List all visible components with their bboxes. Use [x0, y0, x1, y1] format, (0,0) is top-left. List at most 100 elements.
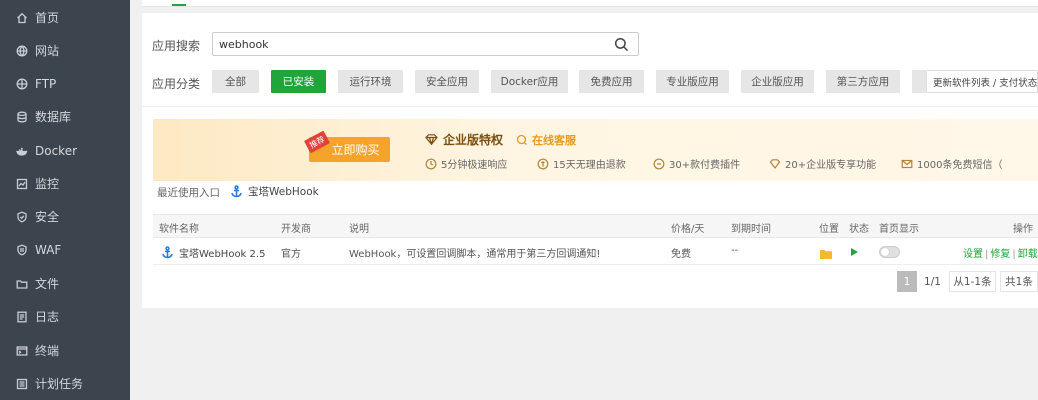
customer-service-link[interactable]: 在线客服 [516, 132, 576, 148]
category-installed-button[interactable]: 已安装 [271, 70, 326, 93]
search-label: 应用搜索 [152, 39, 201, 53]
uninstall-link[interactable]: 卸载 [1018, 249, 1038, 260]
sidebar: 首页 网站 FTP 数据库 Docker 监控 安全 WAF 文件 日志 终端 [0, 0, 130, 400]
sidebar-item-label: WAF [35, 242, 62, 257]
repair-link[interactable]: 修复 [990, 249, 1010, 260]
enterprise-banner [153, 119, 1038, 181]
category-security-button[interactable]: 安全应用 [415, 70, 479, 93]
row-description: WebHook，可设置回调脚本，通常用于第三方回调通知! [349, 249, 601, 260]
folder-icon[interactable] [820, 248, 832, 262]
sidebar-item-label: 文件 [35, 277, 60, 291]
sidebar-item-terminal[interactable]: 终端 [0, 334, 130, 367]
enterprise-title-text: 企业版特权 [443, 133, 504, 147]
sidebar-item-waf[interactable]: WAF [0, 233, 130, 266]
feature-refund: 15天无理由退款 [537, 156, 626, 171]
sidebar-item-files[interactable]: 文件 [0, 267, 130, 300]
category-all-button[interactable]: 全部 [212, 70, 259, 93]
recent-app-name: 宝塔WebHook [248, 186, 319, 198]
sidebar-item-label: 数据库 [35, 110, 72, 124]
task-icon [16, 378, 28, 390]
log-icon [16, 311, 28, 323]
sidebar-item-label: Docker [35, 143, 78, 158]
refund-icon [537, 158, 549, 170]
sidebar-item-ftp[interactable]: FTP [0, 67, 130, 100]
col-price[interactable]: 价格/天 [671, 220, 704, 235]
feature-text: 1000条免费短信（ [917, 160, 1003, 171]
sidebar-item-home[interactable]: 首页 [0, 1, 130, 34]
sidebar-item-label: 终端 [35, 344, 60, 358]
feature-text: 15天无理由退款 [553, 160, 626, 171]
terminal-icon [16, 345, 28, 357]
ops-separator: | [985, 249, 989, 260]
anchor-icon [230, 185, 243, 198]
anchor-icon [161, 246, 174, 259]
section-divider [142, 106, 1038, 107]
page-current[interactable]: 1 [897, 271, 917, 292]
page-total: 共1条 [1000, 271, 1038, 292]
sidebar-item-label: 网站 [35, 44, 60, 58]
col-ops: 操作 [1013, 224, 1033, 235]
chat-icon [516, 134, 528, 146]
sidebar-item-monitor[interactable]: 监控 [0, 167, 130, 200]
customer-service-text: 在线客服 [532, 134, 576, 147]
category-runtime-button[interactable]: 运行环境 [338, 70, 403, 93]
category-pro-button[interactable]: 专业版应用 [656, 70, 729, 93]
col-developer: 开发商 [281, 224, 311, 235]
ops-separator: | [1012, 249, 1016, 260]
category-thirdparty-button[interactable]: 第三方应用 [826, 70, 900, 93]
sidebar-item-docker[interactable]: Docker [0, 134, 130, 167]
waf-shield-icon [16, 243, 28, 256]
globe-icon [16, 45, 28, 57]
sidebar-item-logs[interactable]: 日志 [0, 300, 130, 333]
col-homepage: 首页显示 [879, 224, 919, 235]
col-status: 状态 [849, 224, 869, 235]
diamond-icon [425, 134, 438, 145]
category-separator [912, 70, 926, 93]
top-tab-bar [142, 0, 1038, 7]
category-label: 应用分类 [152, 77, 201, 91]
monitor-icon [16, 178, 28, 190]
col-expire[interactable]: 到期时间 [731, 220, 771, 235]
plugin-icon [653, 158, 665, 170]
category-free-button[interactable]: 免费应用 [579, 70, 644, 93]
sidebar-item-security[interactable]: 安全 [0, 200, 130, 233]
col-name: 软件名称 [159, 224, 199, 235]
row-ops: 设置 | 修复 | 卸载 [963, 245, 1038, 260]
page-count: 1/1 [920, 271, 945, 292]
sidebar-item-database[interactable]: 数据库 [0, 100, 130, 133]
category-enterprise-button[interactable]: 企业版应用 [741, 70, 814, 93]
settings-link[interactable]: 设置 [963, 249, 983, 260]
col-location: 位置 [819, 224, 839, 235]
sidebar-item-label: 计划任务 [35, 377, 84, 391]
feature-text: 30+款付费插件 [669, 160, 741, 171]
category-docker-button[interactable]: Docker应用 [491, 70, 568, 93]
feature-text: 20+企业版专享功能 [785, 160, 877, 171]
play-icon[interactable] [851, 248, 858, 256]
sidebar-item-label: 首页 [35, 11, 60, 25]
sidebar-item-label: FTP [35, 76, 57, 91]
database-icon [16, 111, 28, 123]
page-range: 从1-1条 [949, 271, 996, 292]
feature-plugins: 30+款付费插件 [653, 156, 740, 171]
shield-icon [16, 210, 28, 223]
row-name[interactable]: 宝塔WebHook 2.5 [161, 245, 265, 260]
active-tab-indicator [172, 4, 186, 6]
row-name-text: 宝塔WebHook 2.5 [179, 249, 266, 260]
update-list-button[interactable]: 更新软件列表 / 支付状态 [926, 70, 1038, 93]
recent-label: 最近使用入口 [157, 187, 220, 199]
sidebar-item-website[interactable]: 网站 [0, 34, 130, 67]
row-developer: 官方 [281, 249, 301, 260]
feature-response: 5分钟极速响应 [425, 156, 507, 171]
sidebar-item-label: 日志 [35, 310, 60, 324]
recent-app-link[interactable]: 宝塔WebHook [230, 184, 319, 199]
sidebar-item-cron[interactable]: 计划任务 [0, 367, 130, 400]
ftp-globe-icon [16, 78, 28, 90]
search-input[interactable] [219, 36, 599, 52]
sidebar-item-label: 安全 [35, 210, 60, 224]
homepage-toggle[interactable] [879, 246, 900, 258]
feature-exclusive: 20+企业版专享功能 [769, 156, 876, 171]
home-icon [16, 12, 28, 24]
search-icon[interactable] [614, 37, 630, 53]
folder-icon [16, 278, 28, 290]
row-price: 免费 [671, 249, 691, 260]
